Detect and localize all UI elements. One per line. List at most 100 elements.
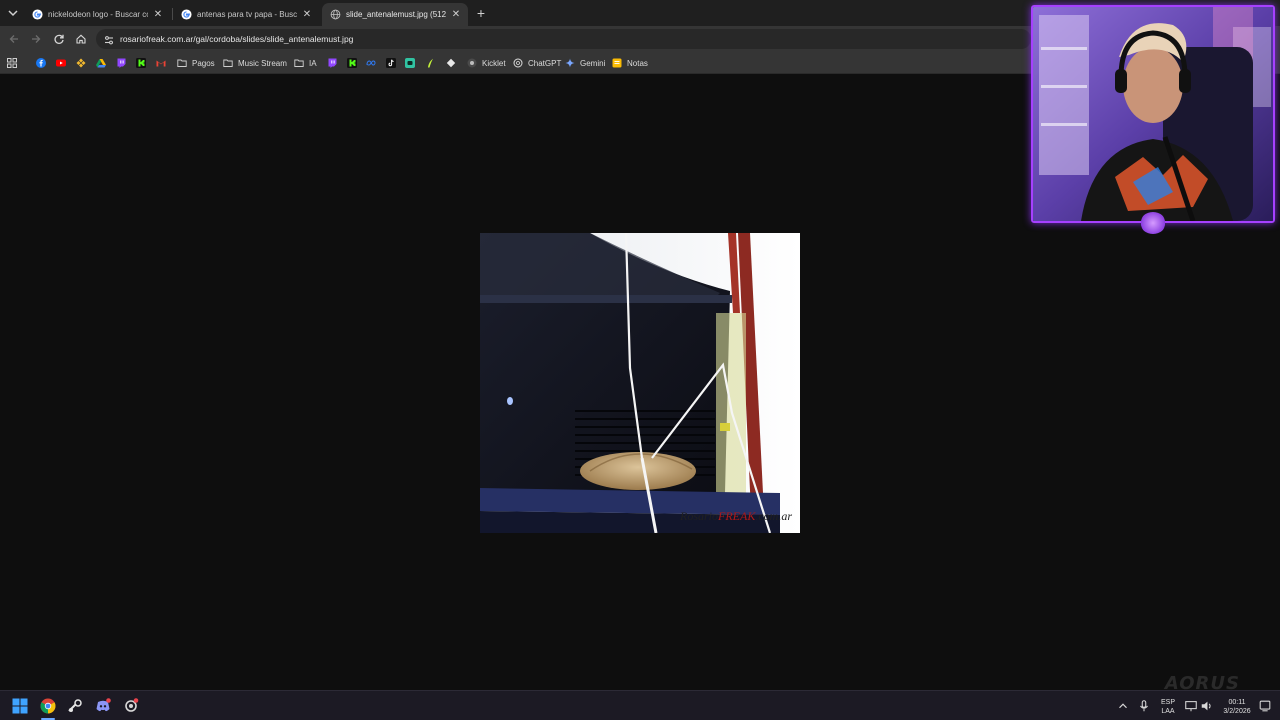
meta-icon: [366, 58, 376, 68]
twitch-icon: [116, 58, 126, 68]
bookmark-robinhood[interactable]: [425, 56, 435, 70]
bookmark-label: Pagos: [192, 58, 215, 68]
bookmark-label: IA: [309, 58, 317, 68]
tab-title: slide_antenalemust.jpg (512×48: [346, 10, 446, 19]
kick-icon: [347, 58, 357, 68]
bookmark-tiktok[interactable]: [386, 56, 396, 70]
site-settings-icon[interactable]: [103, 33, 115, 45]
notification-icon: [1259, 700, 1271, 712]
folder-icon: [223, 58, 233, 68]
start-button[interactable]: [11, 697, 29, 715]
back-button[interactable]: [6, 31, 22, 47]
twitch-icon: [327, 58, 337, 68]
arrow-right-icon: [32, 35, 41, 43]
taskbar-discord[interactable]: [94, 697, 112, 715]
bookmark-label: Gemini: [580, 58, 606, 68]
input-language-indicator[interactable]: ESP LAA: [1156, 698, 1180, 716]
google-icon: [181, 9, 192, 20]
network-button[interactable]: [1184, 697, 1198, 715]
steam-icon: [68, 699, 82, 712]
gemini-icon: [565, 58, 575, 68]
gear-icon: [125, 698, 139, 712]
bookmark-kick-2[interactable]: [347, 56, 357, 70]
tab-nickelodeon[interactable]: nickelodeon logo - Buscar con ✕: [24, 3, 170, 26]
tab-search-button[interactable]: [4, 4, 22, 22]
apps-button[interactable]: [7, 56, 17, 70]
globe-icon: [330, 9, 341, 20]
clock[interactable]: 00:11 3/2/2026: [1218, 698, 1256, 716]
monitor-network-icon: [1185, 701, 1197, 712]
binance-icon: [76, 58, 86, 68]
google-drive-icon: [96, 58, 106, 68]
new-tab-button[interactable]: +: [473, 5, 489, 21]
apps-grid-icon: [7, 58, 17, 68]
bookmark-notas[interactable]: Notas: [612, 56, 648, 70]
tab-slide-image[interactable]: slide_antenalemust.jpg (512×48 ✕: [322, 3, 468, 26]
discord-icon: [96, 698, 111, 712]
bookmark-drive[interactable]: [96, 56, 106, 70]
webcam-feed: [1033, 7, 1273, 221]
close-icon[interactable]: ✕: [450, 9, 462, 21]
reload-button[interactable]: [51, 31, 67, 47]
windows-taskbar: ESP LAA 00:11 3/2/2026: [0, 690, 1280, 720]
bookmark-streamlabs[interactable]: [405, 56, 415, 70]
speaker-icon: [1201, 701, 1211, 711]
stream-mascot-badge: [1140, 212, 1166, 234]
taskbar-app[interactable]: [122, 697, 140, 715]
bookmark-folder-music-stream[interactable]: Music Stream: [223, 56, 287, 70]
bookmark-label: Kicklet: [482, 58, 506, 68]
bookmark-gmail[interactable]: [156, 56, 166, 70]
kicklet-icon: [467, 58, 477, 68]
address-bar[interactable]: rosariofreak.com.ar/gal/cordoba/slides/s…: [96, 29, 1031, 49]
windows-icon: [12, 698, 28, 714]
viewed-image[interactable]: RosarioFREAK.com.ar: [480, 233, 800, 533]
reload-icon: [54, 34, 64, 44]
volume-button[interactable]: [1200, 697, 1214, 715]
bookmark-twitch[interactable]: [116, 56, 126, 70]
google-icon: [32, 9, 43, 20]
tiktok-icon: [386, 58, 396, 68]
notes-icon: [612, 58, 622, 68]
microphone-icon: [1140, 700, 1148, 712]
home-icon: [76, 34, 86, 44]
home-button[interactable]: [73, 31, 89, 47]
chatgpt-icon: [513, 58, 523, 68]
bookmark-folder-ia[interactable]: IA: [294, 56, 317, 70]
bookmark-binance[interactable]: [76, 56, 86, 70]
bookmark-meta[interactable]: [366, 56, 376, 70]
url-text: rosariofreak.com.ar/gal/cordoba/slides/s…: [120, 34, 354, 44]
arrow-left-icon: [9, 35, 18, 43]
close-icon[interactable]: ✕: [152, 9, 164, 21]
close-icon[interactable]: ✕: [301, 9, 313, 21]
chevron-up-icon: [1119, 703, 1127, 709]
bookmark-gemini[interactable]: Gemini: [565, 56, 605, 70]
bookmark-diamond[interactable]: [446, 56, 456, 70]
folder-icon: [177, 58, 187, 68]
bookmark-twitch-2[interactable]: [327, 56, 337, 70]
bookmark-kicklet[interactable]: Kicklet: [467, 56, 506, 70]
gmail-icon: [156, 58, 166, 68]
tab-title: antenas para tv papa - Buscar c: [197, 10, 297, 19]
kick-icon: [136, 58, 146, 68]
webcam-overlay: [1031, 5, 1275, 223]
chevron-down-icon: [8, 10, 18, 17]
bookmark-facebook[interactable]: [36, 56, 46, 70]
bookmark-kick[interactable]: [136, 56, 146, 70]
image-watermark: RosarioFREAK.com.ar: [679, 509, 792, 523]
feather-icon: [425, 58, 435, 68]
bookmark-folder-pagos[interactable]: Pagos: [177, 56, 215, 70]
diamond-icon: [446, 58, 456, 68]
streamlabs-icon: [405, 58, 415, 68]
microphone-button[interactable]: [1137, 697, 1151, 715]
taskbar-chrome[interactable]: [39, 697, 57, 715]
youtube-icon: [56, 58, 66, 68]
notifications-button[interactable]: [1258, 697, 1272, 715]
forward-button[interactable]: [28, 31, 44, 47]
show-hidden-icons-button[interactable]: [1116, 697, 1130, 715]
bookmark-chatgpt[interactable]: ChatGPT: [513, 56, 561, 70]
bookmark-label: Music Stream: [238, 58, 287, 68]
folder-icon: [294, 58, 304, 68]
bookmark-youtube[interactable]: [56, 56, 66, 70]
taskbar-steam[interactable]: [66, 697, 84, 715]
tab-antenas[interactable]: antenas para tv papa - Buscar c ✕: [173, 3, 319, 26]
